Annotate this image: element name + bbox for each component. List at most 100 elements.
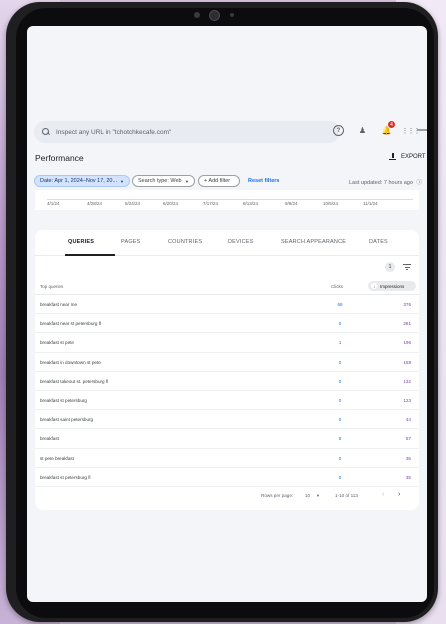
- download-icon: [389, 153, 396, 161]
- column-header-queries[interactable]: Top queries: [40, 284, 63, 289]
- query-cell: breakfast in downtown st pete: [40, 359, 101, 365]
- tab-dates[interactable]: DATES: [369, 239, 388, 245]
- reset-filters-link[interactable]: Reset filters: [248, 178, 280, 184]
- axis-tick: 7/17/24: [203, 201, 219, 206]
- query-cell: breakfast near me: [40, 302, 78, 307]
- query-cell: breakfast saint petersburg: [40, 417, 94, 423]
- table-row[interactable]: breakfast near st petersburg fl 0 281: [35, 314, 419, 334]
- axis-tick: 10/5/24: [323, 201, 339, 206]
- impressions-cell: 57: [405, 436, 411, 442]
- chevron-down-icon: ▼: [120, 178, 124, 184]
- apps-grid-icon[interactable]: ⋮⋮⋮: [402, 125, 421, 136]
- chevron-down-icon: ▼: [185, 178, 189, 184]
- table-row[interactable]: st pete breakfast 0 36: [35, 449, 419, 468]
- search-type-label: Search type: Web: [138, 178, 182, 184]
- next-page-icon[interactable]: ›: [398, 491, 400, 498]
- camera-lens: [209, 10, 220, 21]
- query-cell: breakfast takeout st. petersburg fl: [40, 378, 109, 384]
- axis-tick: 5/24/24: [125, 201, 141, 206]
- impressions-cell: 123: [403, 397, 411, 403]
- table-row[interactable]: breakfast takeout st. petersburg fl 0 132: [35, 372, 419, 391]
- impressions-cell: 36: [405, 455, 411, 461]
- axis-tick: 9/9/24: [285, 201, 298, 206]
- performance-chart-axis: 4/1/24 4/28/24 5/24/24 6/20/24 7/17/24 8…: [35, 190, 419, 210]
- active-tab-indicator: [65, 254, 115, 256]
- query-cell: breakfast st pete: [40, 340, 74, 346]
- column-header-clicks[interactable]: Clicks: [331, 284, 343, 289]
- search-icon: [42, 128, 50, 136]
- page-title: Performance: [35, 153, 84, 163]
- camera-dot-left: [194, 12, 200, 18]
- clicks-cell: 0: [338, 359, 342, 365]
- previous-page-icon[interactable]: ‹: [382, 491, 384, 498]
- tab-countries[interactable]: COUNTRIES: [168, 239, 202, 245]
- query-cell: breakfast st petersburg fl: [40, 474, 91, 480]
- table-row[interactable]: breakfast saint petersburg 0 44: [35, 410, 419, 430]
- filter-rows-icon[interactable]: [403, 264, 411, 271]
- table-row[interactable]: breakfast st pete 1 196: [35, 333, 419, 353]
- clicks-cell: 0: [338, 417, 342, 423]
- sort-arrow-icon: ↓: [371, 283, 377, 289]
- header-icons: ? ♟ 🔔 4 ⋮⋮⋮: [333, 121, 421, 136]
- performance-table-card: QUERIES PAGES COUNTRIES DEVICES SEARCH A…: [35, 230, 419, 510]
- export-label: EXPORT: [401, 153, 426, 160]
- date-filter-chip[interactable]: Date: Apr 1, 2024–Nov 17, 20... ▼: [34, 175, 130, 187]
- tab-pages[interactable]: PAGES: [121, 239, 141, 245]
- query-cell: st pete breakfast: [40, 455, 74, 461]
- table-header: Top queries Clicks ↓ Impressions: [35, 278, 419, 295]
- notifications-icon[interactable]: 🔔 4: [381, 121, 395, 136]
- impressions-label: Impressions: [380, 283, 405, 289]
- chart-axis-line: [47, 199, 413, 200]
- info-icon: ⓘ: [416, 180, 422, 186]
- rows-per-page-select[interactable]: 10: [305, 493, 310, 498]
- last-updated-text: Last updated: 7 hours ago ⓘ: [349, 178, 422, 186]
- impressions-cell: 281: [403, 321, 411, 327]
- table-body: breakfast near me 68 376 breakfast near st …: [35, 295, 419, 487]
- clicks-cell: 1: [338, 340, 342, 346]
- tab-devices[interactable]: DEVICES: [228, 239, 254, 245]
- axis-tick: 11/1/24: [363, 201, 378, 206]
- notification-badge: 4: [388, 121, 395, 128]
- add-filter-label: + Add filter: [204, 178, 231, 184]
- axis-tick: 6/20/24: [163, 201, 179, 206]
- clicks-cell: 0: [338, 455, 342, 461]
- camera-dot-right: [230, 13, 234, 17]
- pagination-range: 1-10 of 113: [335, 493, 358, 498]
- add-filter-button[interactable]: + Add filter: [198, 175, 240, 187]
- avatar[interactable]: [417, 129, 427, 131]
- column-header-impressions[interactable]: ↓ Impressions: [368, 281, 416, 291]
- clicks-cell: 0: [338, 378, 342, 384]
- manage-users-icon[interactable]: ♟: [357, 125, 368, 136]
- rows-per-page-label: Rows per page:: [261, 493, 294, 498]
- active-filter-count-badge[interactable]: 1: [385, 262, 395, 272]
- table-row[interactable]: breakfast st petersburg fl 0 35: [35, 468, 419, 487]
- impressions-cell: 196: [403, 340, 411, 346]
- query-cell: breakfast: [40, 436, 59, 442]
- table-row[interactable]: breakfast near me 68 376: [35, 295, 419, 315]
- clicks-cell: 0: [338, 321, 342, 327]
- table-row[interactable]: breakfast st petersburg 0 123: [35, 391, 419, 411]
- tab-search-appearance[interactable]: SEARCH APPEARANCE: [281, 239, 346, 245]
- chevron-down-icon[interactable]: ▼: [316, 493, 320, 498]
- clicks-cell: 0: [338, 474, 342, 480]
- export-button[interactable]: EXPORT: [389, 153, 426, 161]
- query-cell: breakfast near st petersburg fl: [40, 321, 102, 327]
- impressions-cell: 132: [403, 378, 411, 384]
- search-type-chip[interactable]: Search type: Web ▼: [132, 175, 195, 187]
- impressions-cell: 376: [403, 302, 411, 307]
- clicks-cell: 68: [337, 302, 343, 307]
- clicks-cell: 5: [338, 436, 342, 442]
- table-row[interactable]: breakfast 5 57: [35, 429, 419, 449]
- tab-queries[interactable]: QUERIES: [68, 239, 94, 245]
- impressions-cell: 158: [403, 359, 411, 365]
- impressions-cell: 44: [405, 417, 411, 423]
- last-updated-label: Last updated: 7 hours ago: [349, 180, 413, 186]
- axis-tick: 4/28/24: [87, 201, 103, 206]
- table-row[interactable]: breakfast in downtown st pete 0 158: [35, 353, 419, 372]
- tablet-screen: Inspect any URL in "tchotchkecafe.com" ?…: [27, 26, 427, 602]
- query-cell: breakfast st petersburg: [40, 397, 87, 403]
- impressions-cell: 35: [405, 474, 411, 480]
- url-inspect-search[interactable]: Inspect any URL in "tchotchkecafe.com": [34, 121, 340, 143]
- clicks-cell: 0: [338, 397, 342, 403]
- help-icon[interactable]: ?: [333, 125, 344, 136]
